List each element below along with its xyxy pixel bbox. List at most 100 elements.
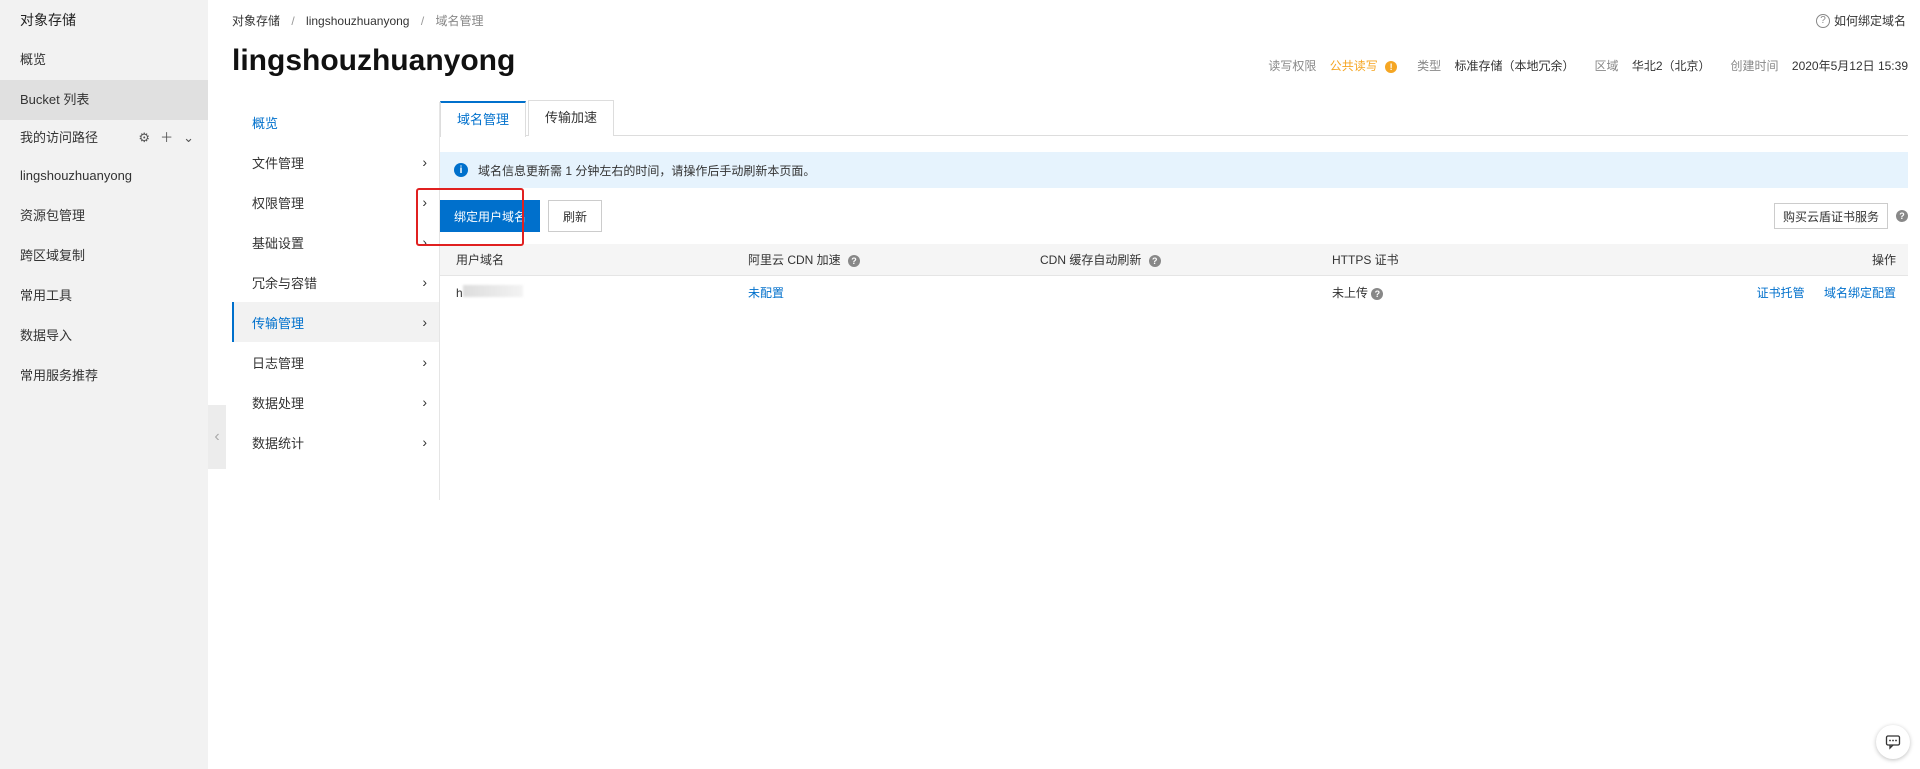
chevron-right-icon: › [422, 154, 427, 170]
meta-created-key: 创建时间 [1730, 59, 1779, 73]
meta-permission: 读写权限 公共读写 ! [1268, 57, 1398, 74]
bind-domain-button[interactable]: 绑定用户域名 [440, 200, 541, 232]
chevron-right-icon: › [422, 274, 427, 290]
help-link-label: 如何绑定域名 [1833, 14, 1906, 28]
tab-bar: 域名管理 传输加速 [440, 100, 1908, 137]
https-status: 未上传 [1332, 285, 1369, 300]
subnav-item-transfer[interactable]: 传输管理 › [232, 302, 439, 342]
subnav-item-redundancy[interactable]: 冗余与容错 › [232, 262, 439, 302]
meta-region-value: 华北2（北京） [1631, 59, 1711, 73]
header-cdn-refresh-label: CDN 缓存自动刷新 [1040, 253, 1142, 267]
tab-transfer-acceleration[interactable]: 传输加速 [528, 100, 615, 136]
bucket-subnav: 概览 文件管理 › 权限管理 › 基础设置 › 冗余与容错 › 传输管理 › 日… [232, 102, 440, 500]
question-circle-icon: ? [1815, 13, 1830, 28]
redacted-domain [462, 284, 523, 297]
meta-permission-key: 读写权限 [1268, 59, 1317, 73]
chevron-right-icon: › [422, 394, 427, 410]
domain-prefix: h [456, 285, 463, 300]
meta-type: 类型 标准存储（本地冗余） [1417, 57, 1574, 74]
toolbar-right: 购买云盾证书服务 ? [1773, 203, 1908, 229]
subnav-item-logs[interactable]: 日志管理 › [232, 342, 439, 382]
cdn-config-link[interactable]: 未配置 [748, 286, 784, 300]
subnav-item-label: 数据处理 [252, 395, 305, 411]
chat-button[interactable] [1876, 725, 1910, 759]
chevron-right-icon: › [422, 434, 427, 450]
meta-type-value: 标准存储（本地冗余） [1454, 59, 1575, 73]
breadcrumb-separator: / [291, 14, 295, 28]
chat-icon [1885, 735, 1901, 750]
breadcrumb-separator: / [420, 14, 425, 28]
breadcrumb-root[interactable]: 对象存储 [232, 14, 280, 28]
chevron-right-icon: › [422, 354, 427, 370]
info-notice-text: 域名信息更新需 1 分钟左右的时间，请操作后手动刷新本页面。 [478, 163, 816, 178]
app-root: 对象存储 概览 Bucket 列表 我的访问路径 ⚙ ＋ ⌄ lingshouz… [0, 0, 1920, 769]
cell-actions: 证书托管 域名绑定配置 [1708, 284, 1908, 301]
sidebar-item-bucket-list[interactable]: Bucket 列表 [0, 80, 208, 120]
subnav-item-statistics[interactable]: 数据统计 › [232, 422, 439, 462]
subnav-item-data-processing[interactable]: 数据处理 › [232, 382, 439, 422]
table-row: h 未配置 未上传 ? 证书托管 域名绑定配置 [440, 276, 1908, 308]
gear-icon[interactable]: ⚙ [138, 120, 150, 156]
subnav-item-files[interactable]: 文件管理 › [232, 142, 439, 182]
refresh-button[interactable]: 刷新 [548, 200, 603, 232]
chevron-right-icon: › [422, 314, 427, 330]
meta-created-value: 2020年5月12日 15:39 [1791, 59, 1908, 73]
meta-permission-value: 公共读写 [1329, 59, 1378, 73]
sidebar-item-recommend[interactable]: 常用服务推荐 [0, 356, 208, 396]
table-header: 用户域名 阿里云 CDN 加速 ? CDN 缓存自动刷新 ? HTTPS 证书 … [440, 244, 1908, 276]
global-sidebar: 对象存储 概览 Bucket 列表 我的访问路径 ⚙ ＋ ⌄ lingshouz… [0, 0, 208, 769]
chevron-right-icon: › [422, 194, 427, 210]
cell-domain: h [440, 284, 732, 300]
sidebar-brand: 对象存储 [20, 12, 76, 28]
breadcrumb-bucket[interactable]: lingshouzhuanyong [306, 14, 409, 28]
cert-hosting-link[interactable]: 证书托管 [1757, 286, 1805, 300]
breadcrumb: 对象存储 / lingshouzhuanyong / 域名管理 [232, 12, 484, 29]
meta-region: 区域 华北2（北京） [1595, 57, 1711, 74]
question-icon[interactable]: ? [1371, 287, 1384, 300]
help-link[interactable]: ? 如何绑定域名 [1815, 12, 1906, 29]
sidebar-item-overview[interactable]: 概览 [0, 40, 208, 80]
question-icon[interactable]: ? [1148, 255, 1161, 267]
breadcrumb-current: 域名管理 [435, 14, 484, 28]
subnav-item-label: 文件管理 [252, 155, 305, 171]
subnav-item-label: 数据统计 [252, 435, 305, 451]
subnav-item-label: 冗余与容错 [252, 275, 318, 291]
toolbar: 绑定用户域名 刷新 购买云盾证书服务 ? [416, 188, 1908, 246]
chevron-down-icon[interactable]: ⌄ [183, 120, 194, 156]
subnav-item-label: 日志管理 [252, 355, 305, 371]
sidebar-item-data-import[interactable]: 数据导入 [0, 316, 208, 356]
sidebar-item-resource-pack[interactable]: 资源包管理 [0, 196, 208, 236]
subnav-item-overview[interactable]: 概览 [232, 102, 439, 142]
sidebar-item-path-bucket[interactable]: lingshouzhuanyong [0, 156, 208, 196]
info-notice: i 域名信息更新需 1 分钟左右的时间，请操作后手动刷新本页面。 [440, 152, 1908, 188]
subnav-item-label: 基础设置 [252, 235, 305, 251]
sidebar-item-tools[interactable]: 常用工具 [0, 276, 208, 316]
info-icon: i [454, 163, 468, 177]
domain-binding-config-link[interactable]: 域名绑定配置 [1824, 286, 1896, 300]
cell-https: 未上传 ? [1316, 284, 1708, 301]
header-cdn-label: 阿里云 CDN 加速 [748, 253, 841, 267]
subnav-item-basic-settings[interactable]: 基础设置 › [232, 222, 439, 262]
question-icon[interactable]: ? [848, 255, 861, 267]
meta-type-key: 类型 [1417, 59, 1442, 73]
header-https: HTTPS 证书 [1332, 253, 1399, 267]
bucket-meta: 读写权限 公共读写 ! 类型 标准存储（本地冗余） 区域 华北2（北京） 创建时… [1268, 57, 1908, 74]
buy-cert-button[interactable]: 购买云盾证书服务 [1773, 203, 1888, 229]
meta-region-key: 区域 [1594, 59, 1619, 73]
subnav-item-label: 传输管理 [252, 315, 305, 331]
subnav-item-label: 权限管理 [252, 195, 305, 211]
access-path-row: 我的访问路径 ⚙ ＋ ⌄ [0, 120, 208, 156]
header-cdn: 阿里云 CDN 加速 ? [732, 251, 1024, 268]
page-title: lingshouzhuanyong [232, 44, 516, 77]
sidebar-item-cross-region[interactable]: 跨区域复制 [0, 236, 208, 276]
chevron-right-icon: › [422, 234, 427, 250]
cell-cdn: 未配置 [732, 284, 1024, 301]
header-actions: 操作 [1871, 253, 1896, 267]
domain-table: 用户域名 阿里云 CDN 加速 ? CDN 缓存自动刷新 ? HTTPS 证书 … [440, 244, 1908, 308]
tab-domain-management[interactable]: 域名管理 [440, 101, 527, 137]
content-panel: 域名管理 传输加速 i 域名信息更新需 1 分钟左右的时间，请操作后手动刷新本页… [416, 100, 1908, 308]
plus-icon[interactable]: ＋ [160, 120, 173, 156]
question-icon[interactable]: ? [1896, 210, 1908, 222]
subnav-item-permissions[interactable]: 权限管理 › [232, 182, 439, 222]
warning-icon[interactable]: ! [1385, 61, 1398, 73]
